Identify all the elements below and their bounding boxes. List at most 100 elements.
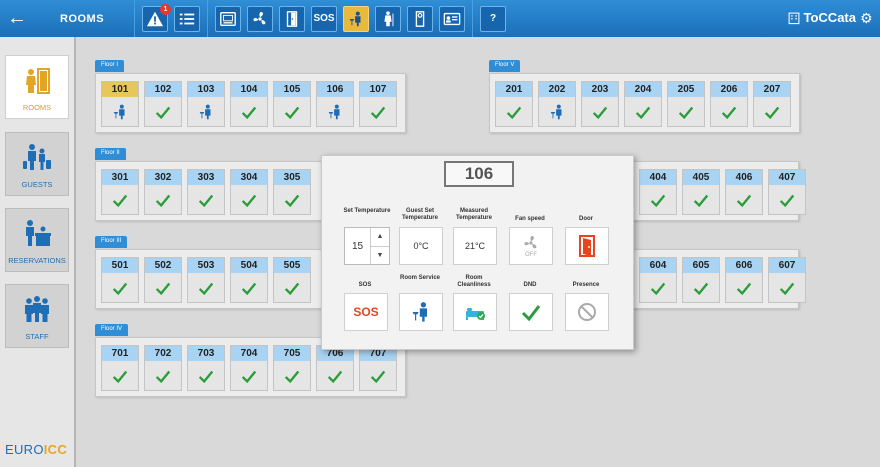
check-icon bbox=[370, 106, 386, 119]
room-tile[interactable]: 101 bbox=[101, 81, 139, 127]
room-tile[interactable]: 604 bbox=[639, 257, 677, 303]
room-tile[interactable]: 701 bbox=[101, 345, 139, 391]
gear-icon[interactable]: ⚙ bbox=[860, 11, 874, 25]
room-tile[interactable]: 705 bbox=[273, 345, 311, 391]
room-tile[interactable]: 301 bbox=[101, 169, 139, 215]
room-tile[interactable]: 303 bbox=[187, 169, 225, 215]
back-button[interactable]: ← bbox=[0, 0, 34, 37]
room-number: 604 bbox=[640, 258, 676, 273]
floor-tab[interactable]: Floor II bbox=[95, 148, 126, 160]
room-tile[interactable]: 205 bbox=[667, 81, 705, 127]
dnd-filter-button[interactable] bbox=[407, 5, 433, 32]
alarm-button[interactable]: 1 bbox=[142, 3, 171, 32]
check-icon bbox=[155, 194, 171, 207]
sidebar-item-guests[interactable]: GUESTS bbox=[5, 132, 69, 196]
room-tile[interactable]: 502 bbox=[144, 257, 182, 303]
set-temperature-label: Set Temperature bbox=[343, 208, 391, 214]
room-tile[interactable]: 104 bbox=[230, 81, 268, 127]
increase-button[interactable]: ▲ bbox=[371, 228, 389, 247]
sidebar-item-reservations[interactable]: RESERVATIONS bbox=[5, 208, 69, 272]
room-tile[interactable]: 105 bbox=[273, 81, 311, 127]
room-tile[interactable]: 704 bbox=[230, 345, 268, 391]
room-tile[interactable]: 606 bbox=[725, 257, 763, 303]
sos-filter-button[interactable]: SOS bbox=[311, 5, 337, 32]
floor-tab[interactable]: Floor III bbox=[95, 236, 128, 248]
thermostat-filter-button[interactable] bbox=[215, 5, 241, 32]
room-tile[interactable]: 304 bbox=[230, 169, 268, 215]
set-temperature-stepper[interactable]: 15 ▲ ▼ bbox=[344, 227, 390, 265]
room-status bbox=[769, 185, 805, 214]
room-tile[interactable]: 405 bbox=[682, 169, 720, 215]
check-icon bbox=[370, 370, 386, 383]
room-status bbox=[102, 185, 138, 214]
check-icon bbox=[779, 194, 795, 207]
cleaning-filter-button[interactable] bbox=[375, 5, 401, 32]
room-tile[interactable]: 407 bbox=[768, 169, 806, 215]
check-icon bbox=[284, 282, 300, 295]
page-title: ROOMS bbox=[60, 12, 105, 25]
room-status bbox=[640, 273, 676, 302]
room-status bbox=[102, 361, 138, 390]
door-filter-button[interactable] bbox=[279, 5, 305, 32]
room-tile[interactable]: 504 bbox=[230, 257, 268, 303]
brand-name: ToCCata bbox=[804, 10, 857, 25]
room-tile[interactable]: 207 bbox=[753, 81, 791, 127]
room-tile[interactable]: 605 bbox=[682, 257, 720, 303]
room-number: 702 bbox=[145, 346, 181, 361]
room-tile[interactable]: 302 bbox=[144, 169, 182, 215]
room-tile[interactable]: 206 bbox=[710, 81, 748, 127]
room-tile[interactable]: 406 bbox=[725, 169, 763, 215]
room-tile[interactable]: 106 bbox=[316, 81, 354, 127]
room-tile[interactable]: 706 bbox=[316, 345, 354, 391]
room-service-filter-button[interactable] bbox=[343, 5, 369, 32]
floor-tab[interactable]: Floor I bbox=[95, 60, 125, 72]
brand-prefix: ToCC bbox=[803, 10, 838, 25]
decrease-button[interactable]: ▼ bbox=[371, 247, 389, 265]
floor-tab[interactable]: Floor IV bbox=[95, 324, 129, 336]
room-tile[interactable]: 702 bbox=[144, 345, 182, 391]
room-tile[interactable]: 503 bbox=[187, 257, 225, 303]
room-tile[interactable]: 707 bbox=[359, 345, 397, 391]
room-tile[interactable]: 305 bbox=[273, 169, 311, 215]
room-status bbox=[145, 361, 181, 390]
room-status bbox=[188, 185, 224, 214]
room-tile[interactable]: 505 bbox=[273, 257, 311, 303]
room-status bbox=[102, 273, 138, 302]
list-button[interactable] bbox=[174, 5, 200, 32]
room-tile[interactable]: 103 bbox=[187, 81, 225, 127]
sidebar-item-rooms[interactable]: ROOMS bbox=[5, 55, 69, 119]
measured-temperature-label: Measured Temperature bbox=[456, 208, 492, 221]
room-status bbox=[188, 273, 224, 302]
room-tile[interactable]: 404 bbox=[639, 169, 677, 215]
toolbar-group-filters: SOS bbox=[207, 0, 472, 37]
fan-filter-button[interactable] bbox=[247, 5, 273, 32]
room-number: 705 bbox=[274, 346, 310, 361]
room-tile[interactable]: 501 bbox=[101, 257, 139, 303]
room-service-icon bbox=[349, 11, 361, 26]
help-button[interactable]: ? bbox=[480, 5, 506, 32]
toolbar-group-alerts: 1 bbox=[134, 0, 207, 37]
id-card-filter-button[interactable] bbox=[439, 5, 465, 32]
room-tile[interactable]: 203 bbox=[581, 81, 619, 127]
room-tile[interactable]: 107 bbox=[359, 81, 397, 127]
room-number: 103 bbox=[188, 82, 224, 97]
room-status bbox=[231, 97, 267, 126]
room-tile[interactable]: 204 bbox=[624, 81, 662, 127]
floor-tab[interactable]: Floor V bbox=[489, 60, 521, 72]
check-icon bbox=[112, 282, 128, 295]
room-tile[interactable]: 703 bbox=[187, 345, 225, 391]
sidebar-item-staff[interactable]: STAFF bbox=[5, 284, 69, 348]
room-tile[interactable]: 607 bbox=[768, 257, 806, 303]
room-tile[interactable]: 102 bbox=[144, 81, 182, 127]
room-tile[interactable]: 202 bbox=[538, 81, 576, 127]
room-status bbox=[640, 185, 676, 214]
reservations-icon bbox=[26, 220, 51, 246]
room-status bbox=[539, 97, 575, 126]
room-tile[interactable]: 201 bbox=[495, 81, 533, 127]
dnd-status-box bbox=[509, 293, 553, 331]
room-number: 502 bbox=[145, 258, 181, 273]
sidebar-item-label: STAFF bbox=[25, 332, 49, 341]
set-temperature-value: 15 bbox=[345, 228, 371, 264]
fan-speed-box[interactable]: OFF bbox=[509, 227, 553, 265]
door-icon bbox=[286, 10, 298, 27]
